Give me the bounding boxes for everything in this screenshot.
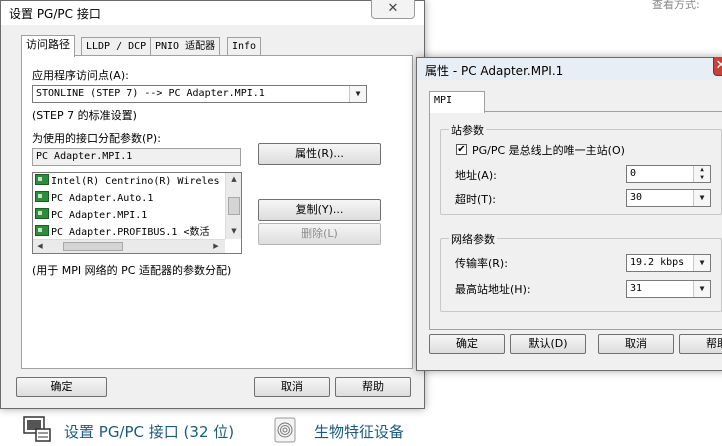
tab-panel: 应用程序访问点(A): STONLINE (STEP 7) --> PC Ada…: [21, 55, 413, 369]
address-label: 地址(A):: [455, 169, 497, 182]
view-mode-label: 查看方式:: [652, 0, 700, 11]
properties-button[interactable]: 属性(R)...: [258, 143, 381, 165]
list-item[interactable]: PC Adapter.MPI.1: [35, 208, 147, 224]
param-value: PC Adapter.MPI.1: [36, 151, 133, 162]
ok-button[interactable]: 确定: [16, 377, 107, 397]
list-item[interactable]: PC Adapter.Auto.1: [35, 191, 153, 207]
network-adapter-icon: [35, 208, 49, 219]
access-point-label: 应用程序访问点(A):: [32, 69, 129, 82]
network-adapter-icon: [35, 225, 49, 236]
control-panel-item-biometric[interactable]: 生物特征设备: [314, 421, 404, 442]
rate-value: 19.2 kbps: [630, 257, 685, 268]
network-params-group: 网络参数 传输率(R): 19.2 kbps ▼ 最高站地址(H): 31 ▼: [440, 231, 722, 312]
pgpc-interface-icon[interactable]: [22, 415, 52, 443]
prop-ok-button[interactable]: 确定: [429, 334, 505, 354]
help-button[interactable]: 帮助: [335, 377, 411, 397]
scroll-left-icon[interactable]: ◀: [35, 242, 45, 250]
prop-tab-panel: 站参数 ✔ PG/PC 是总线上的唯一主站(O) 地址(A): 0 ▲ ▼ 超时(…: [429, 111, 722, 330]
timeout-label: 超时(T):: [455, 193, 497, 206]
list-vertical-scrollbar[interactable]: ▲ ▼: [225, 173, 241, 239]
close-icon: ✕: [715, 58, 722, 73]
close-button[interactable]: ✕: [371, 0, 415, 19]
prop-dialog-title: 属性 - PC Adapter.MPI.1: [425, 64, 564, 78]
access-point-value: STONLINE (STEP 7) --> PC Adapter.MPI.1: [36, 88, 265, 99]
tab-mpi[interactable]: MPI: [429, 91, 485, 113]
rate-combo[interactable]: 19.2 kbps ▼: [626, 254, 711, 272]
timeout-combo[interactable]: 30 ▼: [626, 189, 711, 207]
network-adapter-icon: [35, 174, 49, 185]
tab-info[interactable]: Info: [227, 37, 262, 56]
prop-tab-bar: MPI: [429, 91, 719, 113]
interface-list: Intel(R) Centrino(R) Wireles PC Adapter.…: [32, 172, 242, 254]
highest-address-combo[interactable]: 31 ▼: [626, 280, 711, 298]
address-value: 0: [630, 168, 637, 179]
highest-address-value: 31: [630, 283, 643, 294]
cancel-button[interactable]: 取消: [254, 377, 330, 397]
control-panel-item-pgpc[interactable]: 设置 PG/PC 接口 (32 位): [64, 421, 234, 442]
delete-button[interactable]: 删除(L): [258, 223, 381, 245]
scroll-up-icon[interactable]: ▲: [226, 175, 241, 183]
close-icon: ✕: [387, 1, 399, 16]
station-params-title: 站参数: [449, 122, 486, 138]
network-adapter-icon: [35, 191, 49, 202]
hscroll-thumb[interactable]: [63, 242, 123, 251]
timeout-value: 30: [630, 192, 643, 203]
properties-dialog: 属性 - PC Adapter.MPI.1 ✕ MPI 站参数 ✔ PG/PC …: [416, 57, 722, 371]
chevron-down-icon[interactable]: ▼: [693, 255, 710, 271]
list-item[interactable]: Intel(R) Centrino(R) Wireles: [35, 174, 220, 190]
tab-pnio-adapter[interactable]: PNIO 适配器: [150, 37, 221, 56]
rate-label: 传输率(R):: [455, 257, 508, 270]
prop-close-button[interactable]: ✕: [713, 57, 722, 76]
scroll-thumb[interactable]: [228, 197, 240, 215]
prop-title-bar: 属性 - PC Adapter.MPI.1 ✕: [417, 57, 722, 80]
chevron-down-icon[interactable]: ▼: [349, 86, 366, 102]
copy-button[interactable]: 复制(Y)...: [258, 199, 381, 221]
pgpc-interface-dialog: 设置 PG/PC 接口 ✕ 访问路径 LLDP / DCP PNIO 适配器 I…: [0, 0, 425, 409]
standard-setting-note: (STEP 7 的标准设置): [32, 109, 137, 122]
tab-access-path[interactable]: 访问路径: [21, 35, 75, 57]
highest-address-label: 最高站地址(H):: [455, 283, 531, 296]
prop-cancel-button[interactable]: 取消: [598, 334, 674, 354]
spinner-arrows-icon[interactable]: ▲ ▼: [693, 166, 710, 182]
param-label: 为使用的接口分配参数(P):: [32, 132, 161, 145]
scroll-down-icon[interactable]: ▼: [226, 227, 241, 235]
default-button[interactable]: 默认(D): [510, 334, 586, 354]
address-spinner[interactable]: 0 ▲ ▼: [626, 165, 711, 183]
scroll-right-icon[interactable]: ▶: [211, 242, 221, 250]
only-master-label: PG/PC 是总线上的唯一主站(O): [472, 144, 625, 157]
chevron-down-icon[interactable]: ▼: [693, 190, 710, 206]
fingerprint-icon[interactable]: [273, 417, 297, 443]
interface-description: (用于 MPI 网络的 PC 适配器的参数分配): [32, 264, 232, 277]
dialog-title: 设置 PG/PC 接口: [9, 7, 101, 21]
only-master-checkbox[interactable]: ✔: [456, 144, 467, 155]
title-bar: 设置 PG/PC 接口 ✕: [1, 0, 424, 25]
chevron-down-icon[interactable]: ▼: [693, 281, 710, 297]
tab-bar: 访问路径 LLDP / DCP PNIO 适配器 Info: [21, 35, 411, 57]
network-params-title: 网络参数: [449, 231, 497, 247]
param-field: PC Adapter.MPI.1: [32, 148, 241, 166]
prop-help-button[interactable]: 帮助: [679, 334, 722, 354]
station-params-group: 站参数 ✔ PG/PC 是总线上的唯一主站(O) 地址(A): 0 ▲ ▼ 超时(…: [440, 122, 722, 215]
list-horizontal-scrollbar[interactable]: ◀ ▶: [33, 239, 225, 253]
access-point-combo[interactable]: STONLINE (STEP 7) --> PC Adapter.MPI.1 ▼: [32, 85, 367, 103]
tab-lldp-dcp[interactable]: LLDP / DCP: [81, 37, 152, 56]
